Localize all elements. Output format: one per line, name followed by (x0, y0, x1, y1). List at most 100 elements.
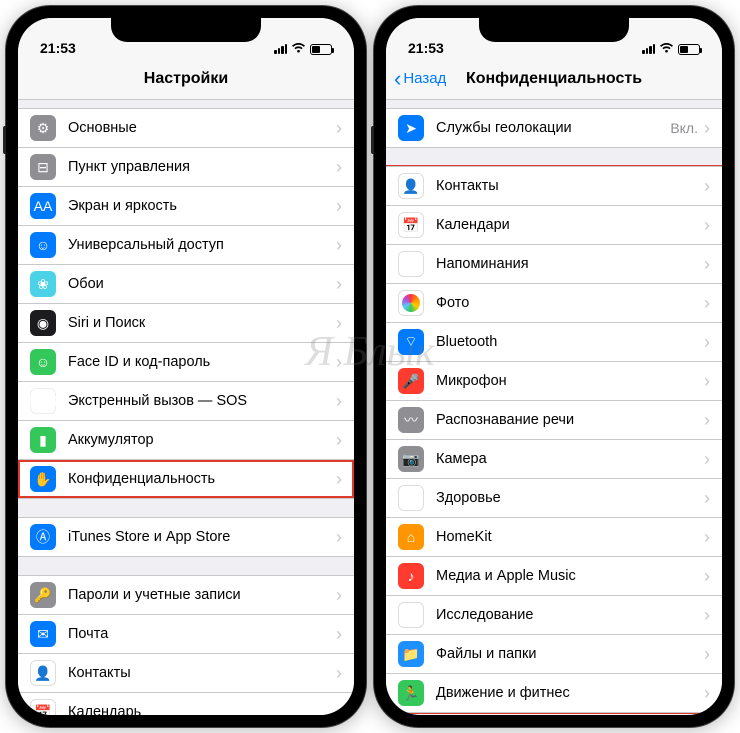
row-label: Движение и фитнес (436, 685, 704, 701)
chevron-right-icon: › (704, 605, 710, 626)
row-label: Фото (436, 295, 704, 311)
phone-left: 21:53 Настройки ⚙Основные›⊟Пункт управле… (6, 6, 366, 727)
row-label: Исследование (436, 607, 704, 623)
chevron-right-icon: › (704, 118, 710, 139)
chevron-right-icon: › (336, 527, 342, 548)
cellular-icon (274, 44, 287, 54)
settings-row[interactable]: 🏃Движение и фитнес› (386, 673, 722, 713)
sos-icon: SOS (30, 388, 56, 414)
chevron-right-icon: › (336, 585, 342, 606)
row-label: Конфиденциальность (68, 471, 336, 487)
row-label: Универсальный доступ (68, 237, 336, 253)
row-label: HomeKit (436, 529, 704, 545)
settings-row[interactable]: ⚙Основные› (18, 108, 354, 147)
control-center-icon: ⊟ (30, 154, 56, 180)
settings-row[interactable]: AAЭкран и яркость› (18, 186, 354, 225)
speech-icon: 〰 (398, 407, 424, 433)
chevron-right-icon: › (336, 235, 342, 256)
faceid-icon: ☺ (30, 349, 56, 375)
music-icon: ♪ (398, 563, 424, 589)
row-label: Календари (436, 217, 704, 233)
settings-row[interactable]: ▮Аккумулятор› (18, 420, 354, 459)
settings-row[interactable]: SOSЭкстренный вызов — SOS› (18, 381, 354, 420)
settings-group: 👤Контакты›📅Календари›☰Напоминания›Фото›⌔… (386, 166, 722, 713)
row-label: Основные (68, 120, 336, 136)
settings-row[interactable]: ⌔Bluetooth› (386, 322, 722, 361)
research-icon: ⫴ (398, 602, 424, 628)
settings-row[interactable]: ☺Face ID и код-пароль› (18, 342, 354, 381)
settings-row[interactable]: ◉Siri и Поиск› (18, 303, 354, 342)
notch (479, 16, 629, 42)
chevron-right-icon: › (704, 566, 710, 587)
wifi-icon (659, 42, 674, 56)
settings-row[interactable]: 📅 Календарь› (18, 692, 354, 715)
chevron-right-icon: › (336, 313, 342, 334)
settings-row[interactable]: 👤Контакты› (18, 653, 354, 692)
settings-row[interactable]: ➤ Службы геолокацииВкл. › (386, 108, 722, 148)
contacts-icon: 👤 (30, 660, 56, 686)
settings-list[interactable]: ⚙Основные›⊟Пункт управления›AAЭкран и яр… (18, 100, 354, 715)
calendars-icon: 📅 (398, 212, 424, 238)
chevron-right-icon: › (704, 332, 710, 353)
nav-bar: ‹ Назад Конфиденциальность (386, 58, 722, 100)
settings-row[interactable]: ⒶiTunes Store и App Store› (18, 517, 354, 557)
settings-row[interactable]: ✋Конфиденциальность› (18, 459, 354, 499)
location-icon: ➤ (398, 115, 424, 141)
chevron-right-icon: › (336, 352, 342, 373)
row-label: Напоминания (436, 256, 704, 272)
contacts-icon: 👤 (398, 173, 424, 199)
settings-row[interactable]: ☰Напоминания› (386, 244, 722, 283)
chevron-right-icon: › (704, 254, 710, 275)
back-button[interactable]: ‹ Назад (394, 68, 446, 90)
group-footer: Приложения, запросившие доступ к Вашим д… (386, 713, 722, 715)
motion-icon: 🏃 (398, 680, 424, 706)
chevron-right-icon: › (704, 527, 710, 548)
settings-row[interactable]: 👤Контакты› (386, 166, 722, 205)
accessibility-icon: ☺ (30, 232, 56, 258)
settings-row[interactable]: ⊟Пункт управления› (18, 147, 354, 186)
chevron-right-icon: › (336, 157, 342, 178)
chevron-right-icon: › (336, 430, 342, 451)
row-label: Распознавание речи (436, 412, 704, 428)
row-label: Пароли и учетные записи (68, 587, 336, 603)
settings-row[interactable]: 📷Камера› (386, 439, 722, 478)
chevron-right-icon: › (336, 663, 342, 684)
phone-right: 21:53 ‹ Назад Конфиденциальность ➤ Службы… (374, 6, 734, 727)
settings-group: 🔑Пароли и учетные записи›✉Почта›👤Контакт… (18, 575, 354, 715)
chevron-right-icon: › (704, 644, 710, 665)
settings-row[interactable]: ♥Здоровье› (386, 478, 722, 517)
row-label: Службы геолокации (436, 120, 670, 136)
chevron-right-icon: › (704, 215, 710, 236)
row-label: Календарь (68, 704, 336, 715)
chevron-right-icon: › (704, 293, 710, 314)
settings-row[interactable]: 📁Файлы и папки› (386, 634, 722, 673)
settings-row[interactable]: ⌂HomeKit› (386, 517, 722, 556)
files-icon: 📁 (398, 641, 424, 667)
page-title: Конфиденциальность (466, 70, 642, 88)
back-label: Назад (403, 70, 446, 87)
settings-row[interactable]: Фото› (386, 283, 722, 322)
microphone-icon: 🎤 (398, 368, 424, 394)
settings-row[interactable]: ✉Почта› (18, 614, 354, 653)
row-label: Микрофон (436, 373, 704, 389)
wallpaper-icon: ❀ (30, 271, 56, 297)
cellular-icon (642, 44, 655, 54)
settings-row[interactable]: 🔑Пароли и учетные записи› (18, 575, 354, 614)
status-time: 21:53 (408, 40, 444, 56)
chevron-right-icon: › (336, 702, 342, 716)
settings-row[interactable]: 〰Распознавание речи› (386, 400, 722, 439)
settings-row[interactable]: 🎤Микрофон› (386, 361, 722, 400)
settings-row[interactable]: ☺ Универсальный доступ› (18, 225, 354, 264)
row-label: Камера (436, 451, 704, 467)
calendar-icon: 📅 (30, 699, 56, 715)
privacy-list[interactable]: ➤ Службы геолокацииВкл. › 👤Контакты› 📅 Календ… (386, 100, 722, 715)
battery-icon (310, 44, 332, 55)
settings-row[interactable]: ❀Обои› (18, 264, 354, 303)
settings-row[interactable]: ⫴ Исследование› (386, 595, 722, 634)
settings-row[interactable]: 📅 Календари› (386, 205, 722, 244)
bluetooth-icon: ⌔ (398, 329, 424, 355)
photos-icon (398, 290, 424, 316)
row-detail: Вкл. (670, 120, 698, 136)
siri-icon: ◉ (30, 310, 56, 336)
settings-row[interactable]: ♪Медиа и Apple Music› (386, 556, 722, 595)
